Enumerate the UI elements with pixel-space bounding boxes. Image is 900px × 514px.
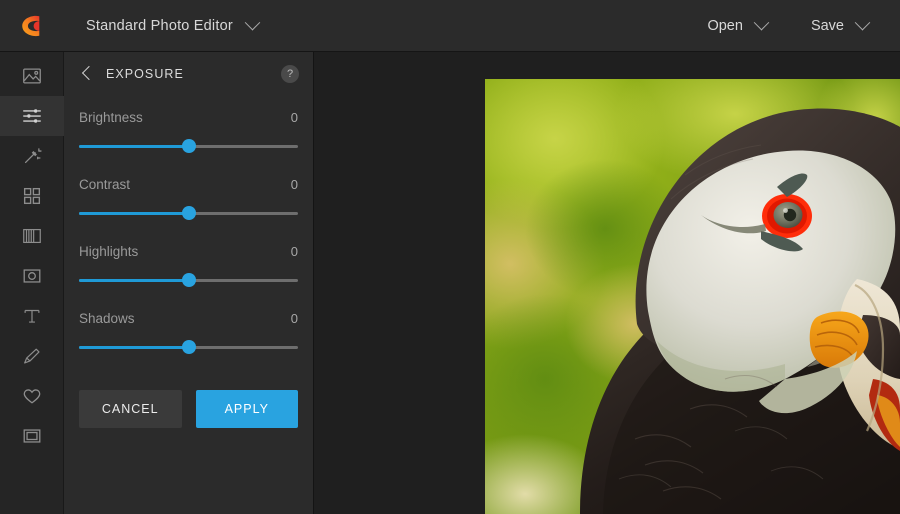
slider-fill <box>79 279 189 282</box>
sidebar-item-frames[interactable] <box>0 416 64 456</box>
slider-list: Brightness 0 Contrast 0 Highlights 0 Sha… <box>64 96 313 354</box>
cloudinary-logo-icon <box>22 15 40 36</box>
sidebar-item-draw[interactable] <box>0 336 64 376</box>
slider-label: Brightness <box>79 110 143 125</box>
image-icon <box>23 68 41 84</box>
slider-track[interactable] <box>79 273 298 287</box>
slider-handle[interactable] <box>181 273 196 287</box>
panel-title: EXPOSURE <box>106 67 184 81</box>
chevron-left-icon[interactable] <box>78 65 96 83</box>
top-bar: Standard Photo Editor Open Save <box>0 0 900 52</box>
slider-track[interactable] <box>79 206 298 220</box>
apply-button[interactable]: APPLY <box>195 390 298 428</box>
slider-label: Highlights <box>79 244 139 259</box>
filmstrip-icon <box>23 228 41 244</box>
sidebar-item-text[interactable] <box>0 296 64 336</box>
slider-highlights: Highlights 0 <box>79 244 298 287</box>
open-button[interactable]: Open <box>707 14 770 34</box>
save-label: Save <box>810 17 844 34</box>
grid-squares-icon <box>23 187 41 205</box>
sidebar-item-enhance[interactable] <box>0 136 64 176</box>
slider-track[interactable] <box>79 340 298 354</box>
cancel-button[interactable]: CANCEL <box>79 390 182 428</box>
panel-actions: CANCEL APPLY <box>64 378 313 428</box>
vignette-icon <box>23 269 41 283</box>
tool-rail <box>0 52 64 514</box>
slider-value: 0 <box>290 311 298 326</box>
sidebar-item-adjust[interactable] <box>0 96 64 136</box>
sidebar-item-filters[interactable] <box>0 216 64 256</box>
slider-handle[interactable] <box>181 340 196 354</box>
text-t-icon <box>24 309 40 323</box>
slider-value: 0 <box>290 244 298 259</box>
slider-fill <box>79 346 189 349</box>
slider-label: Contrast <box>79 177 131 192</box>
slider-track[interactable] <box>79 139 298 153</box>
top-bar-actions: Open Save <box>707 14 900 34</box>
sidebar-item-image[interactable] <box>0 56 64 96</box>
frame-icon <box>23 429 41 443</box>
open-label: Open <box>707 17 743 34</box>
chevron-down-icon <box>244 14 261 31</box>
slider-shadows: Shadows 0 <box>79 311 298 354</box>
heart-icon <box>23 389 41 404</box>
app-logo[interactable] <box>0 0 64 52</box>
photo-preview[interactable] <box>485 79 900 514</box>
editor-canvas[interactable] <box>314 52 900 514</box>
chevron-down-icon <box>854 14 871 31</box>
slider-contrast: Contrast 0 <box>79 177 298 220</box>
slider-fill <box>79 145 189 148</box>
help-question-icon[interactable]: ? <box>281 65 299 83</box>
sliders-icon <box>23 109 41 123</box>
app-title: Standard Photo Editor <box>86 17 233 34</box>
photo-editor-app: Standard Photo Editor Open Save EXPOSURE… <box>0 0 900 514</box>
pencil-icon <box>24 348 40 364</box>
sidebar-item-focus[interactable] <box>0 256 64 296</box>
slider-value: 0 <box>290 177 298 192</box>
slider-label: Shadows <box>79 311 135 326</box>
exposure-panel: EXPOSURE ? Brightness 0 Contrast 0 Highl… <box>64 52 314 514</box>
magic-wand-icon <box>24 148 42 164</box>
slider-fill <box>79 212 189 215</box>
sidebar-item-effects[interactable] <box>0 176 64 216</box>
app-title-menu[interactable]: Standard Photo Editor <box>86 14 261 34</box>
slider-handle[interactable] <box>181 206 196 220</box>
save-button[interactable]: Save <box>810 14 871 34</box>
slider-brightness: Brightness 0 <box>79 110 298 153</box>
slider-value: 0 <box>290 110 298 125</box>
chevron-down-icon <box>753 14 770 31</box>
slider-handle[interactable] <box>181 139 196 153</box>
puffin-photograph <box>485 79 900 514</box>
sidebar-item-stickers[interactable] <box>0 376 64 416</box>
panel-header: EXPOSURE ? <box>64 52 313 96</box>
